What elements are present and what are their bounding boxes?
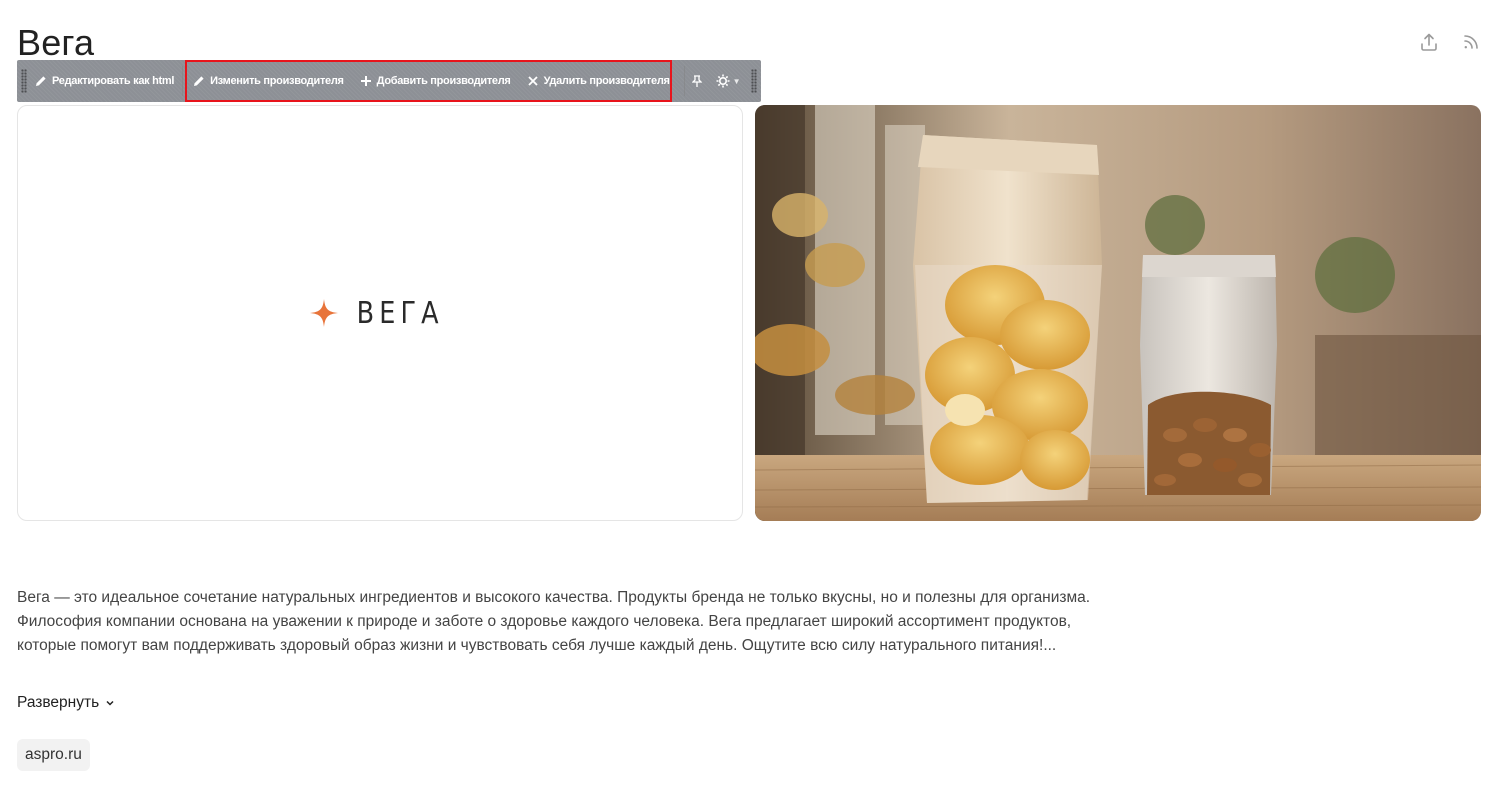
expand-description-button[interactable]: Развернуть	[17, 694, 115, 712]
edit-vendor-button[interactable]: Изменить производителя	[185, 60, 352, 102]
pencil-icon	[36, 76, 46, 86]
add-vendor-button[interactable]: Добавить производителя	[352, 60, 519, 102]
share-upload-icon[interactable]	[1419, 32, 1439, 52]
add-vendor-label: Добавить производителя	[376, 75, 511, 87]
delete-vendor-label: Удалить производителя	[543, 75, 670, 87]
gear-icon	[716, 74, 730, 88]
page-actions	[1419, 32, 1481, 52]
plus-icon	[360, 76, 371, 86]
brand-logo-card: ВЕГА	[17, 105, 743, 521]
brand-photo	[755, 105, 1481, 521]
vendor-actions-group: Изменить производителя Добавить производ…	[185, 60, 678, 102]
toolbar-divider	[182, 66, 184, 96]
close-icon	[527, 76, 538, 86]
website-link-tag[interactable]: aspro.ru	[17, 739, 90, 771]
star-logo-icon	[309, 299, 338, 327]
chevron-down-icon[interactable]: ▼	[733, 77, 741, 86]
pin-button[interactable]	[685, 60, 709, 102]
admin-toolbar: Редактировать как html Изменить производ…	[17, 60, 761, 102]
edit-as-html-label: Редактировать как html	[52, 75, 175, 87]
edit-vendor-label: Изменить производителя	[210, 75, 344, 87]
pin-icon	[691, 75, 702, 87]
toolbar-drag-handle-right[interactable]	[750, 69, 757, 93]
brand-logo-text: ВЕГА	[356, 295, 444, 331]
chevron-down-icon	[106, 700, 114, 706]
pencil-icon	[194, 76, 204, 86]
page-title: Вега	[17, 22, 95, 63]
brand-description: Вега — это идеальное сочетание натуральн…	[17, 589, 1091, 654]
edit-as-html-button[interactable]: Редактировать как html	[27, 60, 182, 102]
delete-vendor-button[interactable]: Удалить производителя	[519, 60, 678, 102]
rss-icon[interactable]	[1461, 32, 1481, 52]
expand-label: Развернуть	[17, 694, 100, 711]
